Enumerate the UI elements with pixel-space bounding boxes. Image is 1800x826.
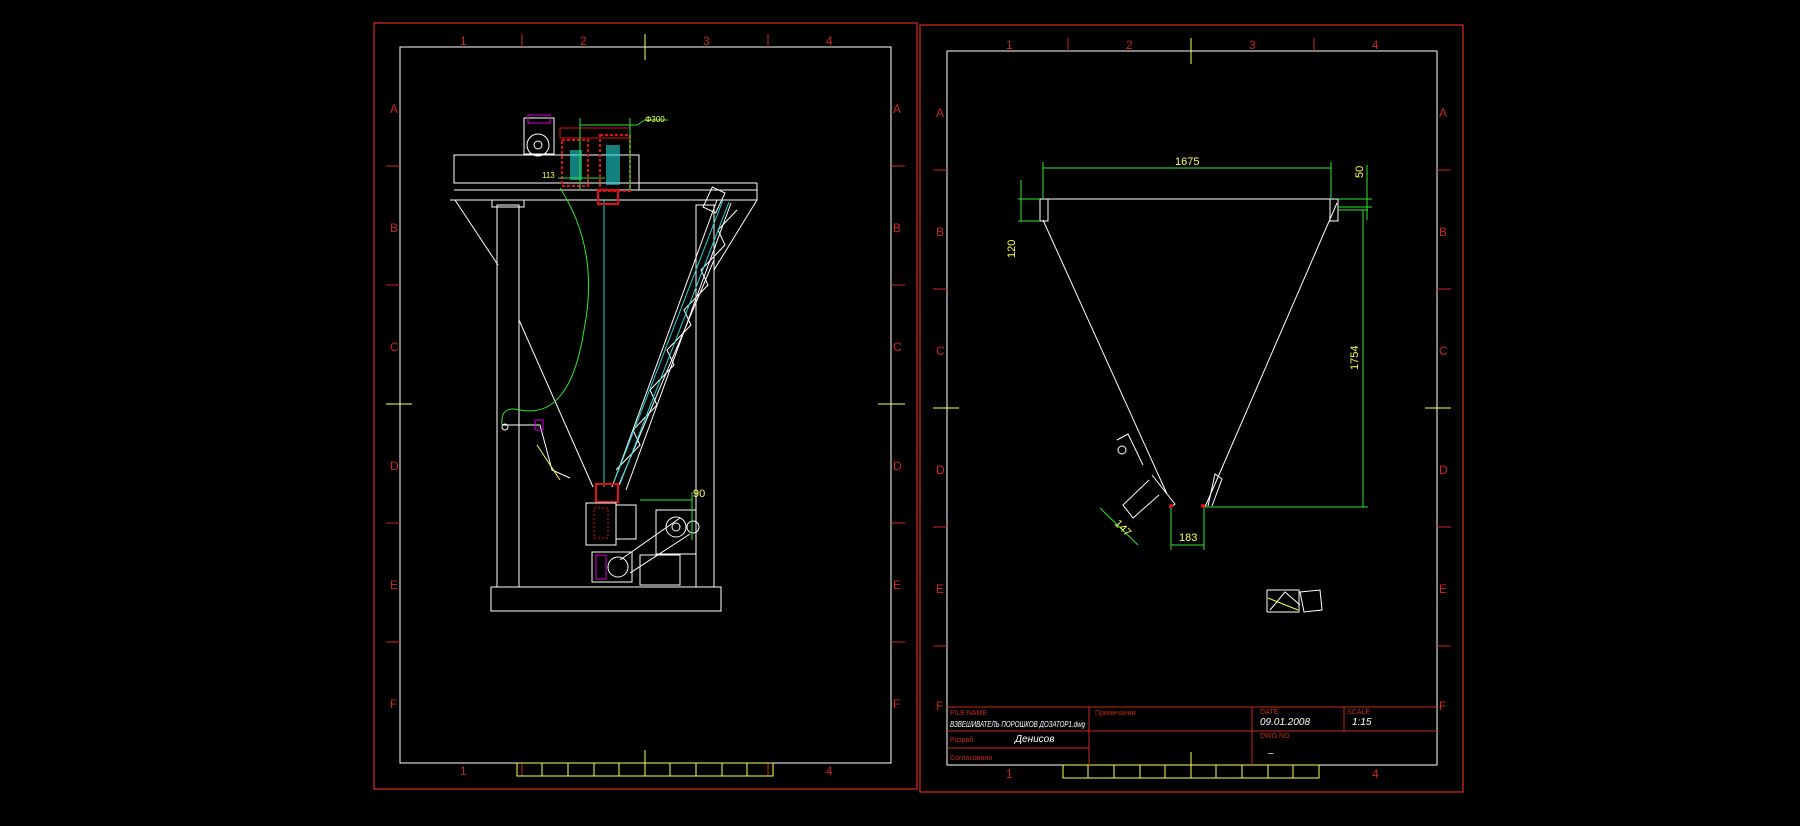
notes-label: Примечания bbox=[1095, 710, 1136, 717]
swing-arc bbox=[501, 187, 590, 426]
left-col-1-bottom: 1 bbox=[460, 764, 467, 778]
approved-label: Согласовано bbox=[950, 755, 992, 762]
dim-1675-text: 1675 bbox=[1175, 156, 1199, 168]
right-row-c-right: C bbox=[1439, 344, 1448, 358]
right-row-b-right: B bbox=[1439, 225, 1447, 239]
right-row-e-right: E bbox=[1439, 582, 1447, 596]
right-outer-border bbox=[919, 24, 1464, 793]
dim-183-text: 183 bbox=[1179, 532, 1197, 544]
right-sheet: 1 2 3 4 1 4 A B C D E F A B C D E F 1675… bbox=[919, 24, 1464, 793]
dim-120-text: 120 bbox=[1006, 240, 1018, 258]
drawn-value: Денисов bbox=[1014, 734, 1054, 745]
left-row-b-right: B bbox=[893, 221, 901, 235]
dwg-no-label: DWG NO bbox=[1260, 733, 1290, 740]
right-row-d-right: D bbox=[1439, 463, 1448, 477]
dim-1754 bbox=[1205, 209, 1368, 508]
left-row-d-left: D bbox=[390, 459, 399, 473]
left-zone-ticks bbox=[386, 34, 905, 776]
right-row-a-left: A bbox=[936, 106, 944, 120]
left-outer-border bbox=[373, 22, 918, 790]
dim-diameter-text: Φ300 bbox=[645, 115, 665, 124]
right-row-a-right: A bbox=[1439, 106, 1447, 120]
right-col-2-top: 2 bbox=[1126, 38, 1133, 52]
valve-lever bbox=[501, 419, 571, 481]
left-inner-border bbox=[399, 46, 892, 764]
dim-113-text: 113 bbox=[542, 171, 555, 180]
right-col-4-bottom: 4 bbox=[1372, 767, 1379, 781]
drawn-label: Разраб bbox=[950, 736, 973, 744]
cad-canvas: 1 2 3 4 1 4 A B C D E F A B C D E F Φ300… bbox=[373, 22, 1464, 793]
left-row-labels: A B C D E F A B C D E F bbox=[390, 102, 902, 711]
right-row-e-left: E bbox=[936, 582, 944, 596]
left-row-f-left: F bbox=[390, 697, 397, 711]
right-row-c-left: C bbox=[936, 344, 945, 358]
right-col-1-bottom: 1 bbox=[1006, 767, 1013, 781]
dim-147-text: 147 bbox=[1112, 518, 1133, 539]
left-col-2-top: 2 bbox=[580, 34, 587, 48]
left-row-a-right: A bbox=[893, 102, 901, 116]
left-row-c-right: C bbox=[893, 340, 902, 354]
left-col-4-bottom: 4 bbox=[826, 764, 833, 778]
detail-sketch bbox=[1266, 589, 1323, 613]
right-col-4-top: 4 bbox=[1372, 38, 1379, 52]
dwg-no-value: – bbox=[1267, 748, 1274, 759]
right-row-labels: A B C D E F A B C D E F bbox=[936, 106, 1448, 713]
left-row-c-left: C bbox=[390, 340, 399, 354]
date-value: 09.01.2008 bbox=[1260, 717, 1310, 728]
right-row-b-left: B bbox=[936, 225, 944, 239]
outlet-marker-right bbox=[1201, 504, 1205, 508]
title-block: FILE NAME ВЗВЕШИВАТЕЛЬ ПОРОШКОВ ДОЗАТОР1… bbox=[947, 706, 1437, 765]
right-zone-ticks bbox=[933, 38, 1451, 647]
right-center-marks bbox=[933, 38, 1451, 778]
left-row-e-right: E bbox=[893, 578, 901, 592]
right-bottom-strip bbox=[1062, 764, 1320, 779]
left-row-d-right: D bbox=[893, 459, 902, 473]
dim-90-text: 90 bbox=[693, 488, 705, 500]
left-col-1-top: 1 bbox=[460, 34, 467, 48]
screw-conveyor bbox=[611, 186, 738, 491]
left-row-a-left: A bbox=[390, 102, 398, 116]
dim-50-text: 50 bbox=[1354, 166, 1366, 178]
dim-diameter bbox=[579, 118, 668, 190]
lower-drive bbox=[585, 483, 700, 586]
right-row-f-left: F bbox=[936, 699, 943, 713]
left-col-3-top: 3 bbox=[703, 34, 710, 48]
left-col-4-top: 4 bbox=[826, 34, 833, 48]
left-bottom-strip bbox=[516, 762, 774, 777]
top-drive bbox=[523, 114, 631, 205]
date-label: DATE bbox=[1260, 709, 1278, 716]
right-col-3-top: 3 bbox=[1249, 38, 1256, 52]
right-row-d-left: D bbox=[936, 463, 945, 477]
file-name-label: FILE NAME bbox=[950, 710, 987, 717]
left-row-f-right: F bbox=[893, 697, 900, 711]
left-center-marks bbox=[386, 34, 905, 776]
file-name-value: ВЗВЕШИВАТЕЛЬ ПОРОШКОВ ДОЗАТОР1.dwg bbox=[950, 720, 1085, 729]
scale-label: SCALE bbox=[1347, 709, 1370, 716]
right-row-f-right: F bbox=[1439, 699, 1446, 713]
dim-1754-text: 1754 bbox=[1349, 346, 1361, 370]
left-row-b-left: B bbox=[390, 221, 398, 235]
left-sheet: 1 2 3 4 1 4 A B C D E F A B C D E F Φ300… bbox=[373, 22, 918, 790]
left-row-e-left: E bbox=[390, 578, 398, 592]
right-col-1-top: 1 bbox=[1006, 38, 1013, 52]
hopper-cone bbox=[1039, 198, 1339, 519]
scale-value: 1:15 bbox=[1352, 717, 1372, 728]
outlet-marker-left bbox=[1169, 504, 1173, 508]
dim-120 bbox=[1018, 180, 1040, 222]
